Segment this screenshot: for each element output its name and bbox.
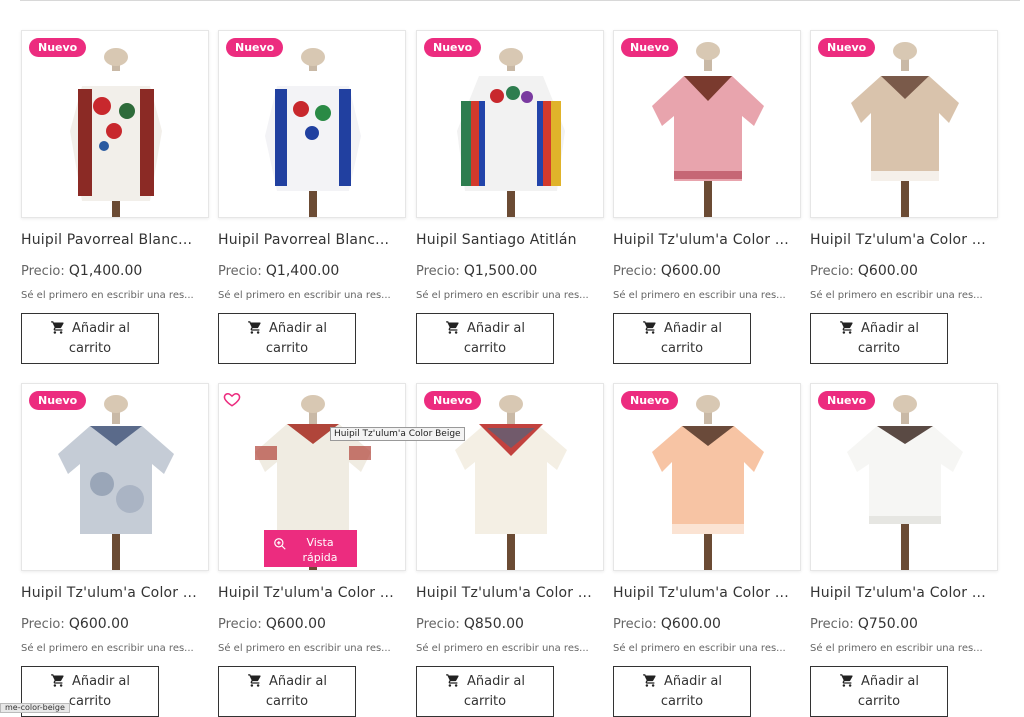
product-price: Precio: Q1,500.00 <box>416 263 538 279</box>
product-image[interactable]: Nuevo <box>21 30 209 218</box>
huipil-image <box>851 42 959 217</box>
add-to-cart-button[interactable]: Añadir al carrito <box>810 313 948 364</box>
review-prompt[interactable]: Sé el primero en escribir una res... <box>21 290 203 301</box>
cart-icon <box>446 674 459 687</box>
huipil-image <box>455 395 567 570</box>
cart-icon <box>51 674 64 687</box>
product-title[interactable]: Huipil Tz'ulum'a Color ... <box>218 585 406 601</box>
add-to-cart-button[interactable]: Añadir al carrito <box>416 666 554 717</box>
product-image[interactable]: Nuevo <box>810 30 998 218</box>
new-badge: Nuevo <box>424 391 482 410</box>
add-to-cart-button[interactable]: Añadir al carrito <box>613 666 751 717</box>
huipil-image <box>58 395 174 570</box>
new-badge: Nuevo <box>621 38 679 57</box>
title-tooltip: Huipil Tz'ulum'a Color Beige <box>330 427 465 441</box>
review-prompt[interactable]: Sé el primero en escribir una res... <box>416 290 598 301</box>
cart-icon <box>248 321 261 334</box>
product-image[interactable]: Nuevo <box>810 383 998 571</box>
product-price: Precio: Q850.00 <box>416 616 524 632</box>
new-badge: Nuevo <box>818 391 876 410</box>
add-to-cart-button[interactable]: Añadir al carrito <box>218 313 356 364</box>
product-price: Precio: Q600.00 <box>613 616 721 632</box>
review-prompt[interactable]: Sé el primero en escribir una res... <box>613 643 795 654</box>
new-badge: Nuevo <box>424 38 482 57</box>
add-to-cart-button[interactable]: Añadir al carrito <box>218 666 356 717</box>
product-image[interactable]: Nuevo <box>21 383 209 571</box>
product-title[interactable]: Huipil Tz'ulum'a Color ... <box>613 585 801 601</box>
huipil-image <box>847 395 963 570</box>
cart-icon <box>643 321 656 334</box>
product-image[interactable]: Nuevo <box>613 383 801 571</box>
product-price: Precio: Q1,400.00 <box>21 263 143 279</box>
top-divider <box>20 0 1020 1</box>
product-price: Precio: Q600.00 <box>613 263 721 279</box>
product-price: Precio: Q600.00 <box>218 616 326 632</box>
add-to-cart-button[interactable]: Añadir al carrito <box>416 313 554 364</box>
product-price: Precio: Q1,400.00 <box>218 263 340 279</box>
new-badge: Nuevo <box>29 38 87 57</box>
huipil-image <box>652 42 764 217</box>
review-prompt[interactable]: Sé el primero en escribir una res... <box>810 290 992 301</box>
product-title[interactable]: Huipil Pavorreal Blanc... <box>21 232 209 248</box>
product-title[interactable]: Huipil Tz'ulum'a Color ... <box>810 585 998 601</box>
product-title[interactable]: Huipil Tz'ulum'a Color ... <box>21 585 209 601</box>
product-title[interactable]: Huipil Tz'ulum'a Color ... <box>613 232 801 248</box>
review-prompt[interactable]: Sé el primero en escribir una res... <box>218 290 400 301</box>
quick-view-label: Vista <box>306 536 334 549</box>
cart-icon <box>840 674 853 687</box>
product-title[interactable]: Huipil Tz'ulum'a Color ... <box>416 585 604 601</box>
cart-icon <box>51 321 64 334</box>
product-price: Precio: Q750.00 <box>810 616 918 632</box>
product-price: Precio: Q600.00 <box>21 616 129 632</box>
cart-icon <box>248 674 261 687</box>
huipil-image <box>457 48 565 217</box>
huipil-image <box>70 48 162 217</box>
huipil-image <box>652 395 764 570</box>
product-title[interactable]: Huipil Santiago Atitlán <box>416 232 604 248</box>
review-prompt[interactable]: Sé el primero en escribir una res... <box>613 290 795 301</box>
product-price: Precio: Q600.00 <box>810 263 918 279</box>
new-badge: Nuevo <box>818 38 876 57</box>
huipil-image <box>265 48 361 217</box>
heart-icon[interactable] <box>223 390 241 408</box>
new-badge: Nuevo <box>621 391 679 410</box>
review-prompt[interactable]: Sé el primero en escribir una res... <box>416 643 598 654</box>
add-to-cart-button[interactable]: Añadir al carrito <box>21 313 159 364</box>
new-badge: Nuevo <box>29 391 87 410</box>
product-image[interactable]: Nuevo <box>613 30 801 218</box>
zoom-in-icon <box>274 538 286 550</box>
product-title[interactable]: Huipil Pavorreal Blanc... <box>218 232 406 248</box>
product-title[interactable]: Huipil Tz'ulum'a Color ... <box>810 232 998 248</box>
quick-view-button[interactable]: Vista rápida <box>264 530 357 567</box>
cart-icon <box>446 321 459 334</box>
new-badge: Nuevo <box>226 38 284 57</box>
product-image[interactable]: Nuevo <box>416 30 604 218</box>
review-prompt[interactable]: Sé el primero en escribir una res... <box>21 643 203 654</box>
cart-icon <box>840 321 853 334</box>
add-to-cart-button[interactable]: Añadir al carrito <box>810 666 948 717</box>
review-prompt[interactable]: Sé el primero en escribir una res... <box>810 643 992 654</box>
cart-icon <box>643 674 656 687</box>
product-image[interactable]: Nuevo <box>218 30 406 218</box>
status-bar: me-color-beige <box>0 703 70 713</box>
add-to-cart-button[interactable]: Añadir al carrito <box>613 313 751 364</box>
product-image[interactable]: Nuevo <box>416 383 604 571</box>
review-prompt[interactable]: Sé el primero en escribir una res... <box>218 643 400 654</box>
